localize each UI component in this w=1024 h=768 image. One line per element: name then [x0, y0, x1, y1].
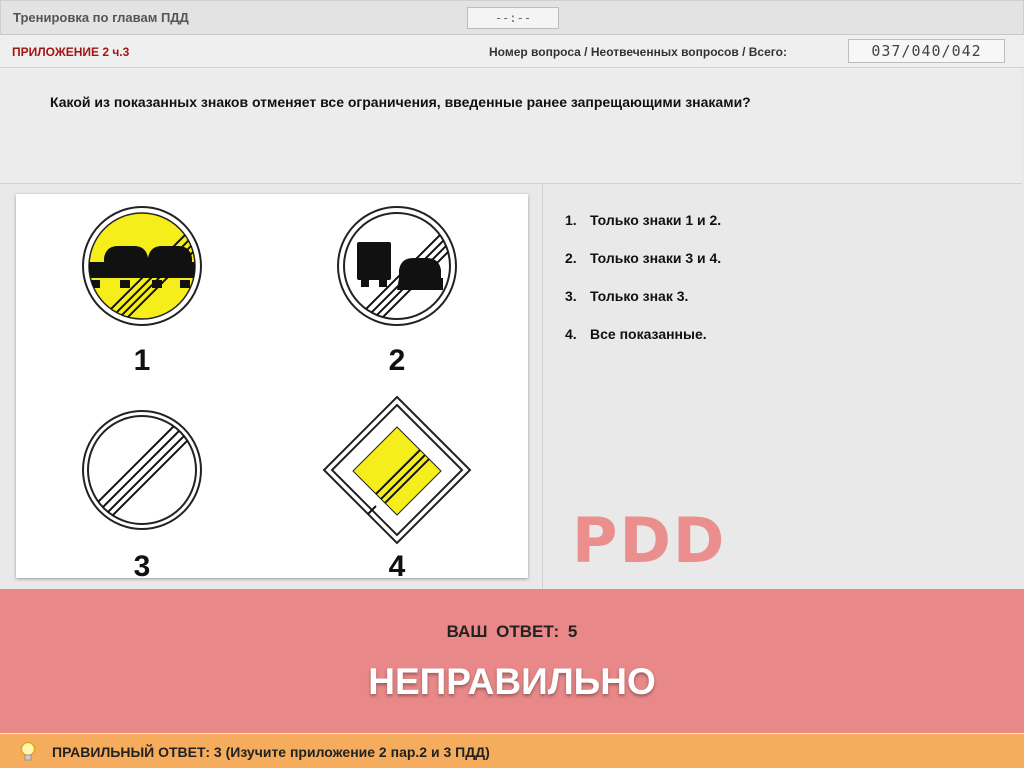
- answer-list: 1. Только знаки 1 и 2. 2. Только знаки 3 и…: [565, 212, 721, 364]
- sign-4-end-main-road-icon: [322, 395, 472, 545]
- your-answer: ВАШ ОТВЕТ: 5: [446, 622, 578, 641]
- answer-option-3[interactable]: 3. Только знак 3.: [565, 288, 721, 326]
- sign-2-label: 2: [389, 344, 406, 377]
- timer-display: --:--: [467, 7, 559, 29]
- top-bar: Тренировка по главам ПДД --:--: [0, 0, 1024, 35]
- answer-number: 4.: [565, 326, 577, 342]
- answer-text: Только знаки 3 и 4.: [590, 250, 722, 266]
- signs-image: 1 2 3 4: [16, 194, 528, 583]
- counter-label: Номер вопроса / Неотвеченных вопросов / …: [489, 45, 787, 59]
- correct-answer-bar: ПРАВИЛЬНЫЙ ОТВЕТ: 3 (Изучите приложение …: [0, 734, 1024, 768]
- sign-1-end-no-overtaking-icon: [82, 206, 202, 326]
- answer-text: Все показанные.: [590, 326, 707, 342]
- verdict-text: НЕПРАВИЛЬНО: [368, 661, 656, 702]
- question-text: Какой из показанных знаков отменяет все …: [50, 94, 751, 110]
- content-area: 1 2 3 4 1. Только знаки 1 и 2. 2. Только…: [0, 184, 1024, 650]
- sign-1-label: 1: [134, 344, 151, 377]
- answer-text: Только знак 3.: [590, 288, 689, 304]
- question-counter: 037/040/042: [848, 39, 1005, 63]
- sign-4-label: 4: [389, 550, 406, 578]
- question-info-bar: ПРИЛОЖЕНИЕ 2 ч.3 Номер вопроса / Неотвеч…: [0, 35, 1024, 68]
- signs-illustration: 1 2 3 4: [82, 206, 472, 583]
- answer-text: Только знаки 1 и 2.: [590, 212, 722, 228]
- question-panel: Какой из показанных знаков отменяет все …: [0, 68, 1022, 184]
- answer-option-1[interactable]: 1. Только знаки 1 и 2.: [565, 212, 721, 250]
- answer-option-2[interactable]: 2. Только знаки 3 и 4.: [565, 250, 721, 288]
- app-title: Тренировка по главам ПДД: [13, 10, 189, 25]
- sign-3-end-all-restrictions-icon: [82, 410, 202, 530]
- correct-answer-text: ПРАВИЛЬНЫЙ ОТВЕТ: 3 (Изучите приложение …: [52, 744, 490, 760]
- panel-divider: [542, 184, 543, 589]
- sign-3-label: 3: [134, 550, 151, 578]
- answer-number: 2.: [565, 250, 577, 266]
- sign-2-end-no-truck-overtaking-icon: [337, 206, 457, 326]
- answer-number: 1.: [565, 212, 577, 228]
- lightbulb-icon: [18, 741, 38, 768]
- answer-number: 3.: [565, 288, 577, 304]
- result-panel: ВАШ ОТВЕТ: 5 НЕПРАВИЛЬНО: [0, 589, 1024, 733]
- answer-option-4[interactable]: 4. Все показанные.: [565, 326, 721, 364]
- section-label: ПРИЛОЖЕНИЕ 2 ч.3: [12, 45, 130, 59]
